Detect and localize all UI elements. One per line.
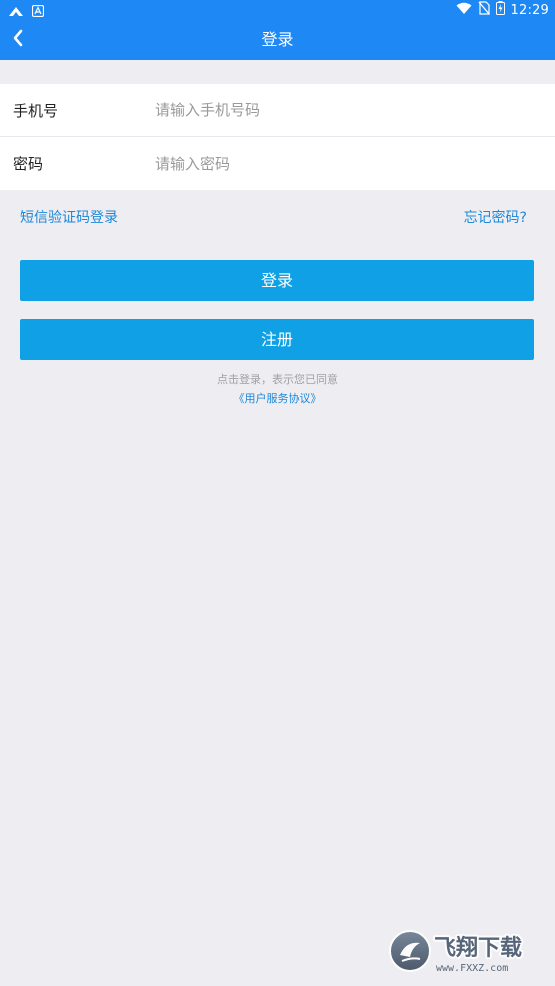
status-time: 12:29 [510,2,549,18]
wifi-icon [456,2,472,19]
agreement-link[interactable]: 《用户服务协议》 [0,390,555,406]
status-right-icons: 12:29 [456,1,549,19]
links-row: 短信验证码登录 忘记密码? [20,207,527,229]
watermark-brand: 飞翔下载 [434,935,522,961]
agreement-text: 点击登录，表示您已同意 [217,373,338,386]
password-row: 密码 [0,137,555,190]
password-label: 密码 [13,155,44,173]
watermark-logo: 飞翔下载 www.FXXZ.com [388,927,548,977]
password-input[interactable] [145,145,555,182]
login-form: 手机号 密码 [0,84,555,190]
page-title: 登录 [261,30,294,49]
status-bar: 12:29 [0,0,555,19]
phone-label: 手机号 [13,101,59,120]
app-bar: 登录 [0,19,555,60]
phone-input[interactable] [145,92,555,128]
battery-charging-icon [495,1,505,19]
forgot-password-link[interactable]: 忘记密码? [464,207,527,227]
login-button[interactable]: 登录 [20,260,534,301]
no-sim-icon [478,1,490,19]
phone-row: 手机号 [0,84,555,137]
register-button[interactable]: 注册 [20,319,534,360]
sms-login-link[interactable]: 短信验证码登录 [20,207,118,227]
watermark-url: www.FXXZ.com [436,963,508,974]
